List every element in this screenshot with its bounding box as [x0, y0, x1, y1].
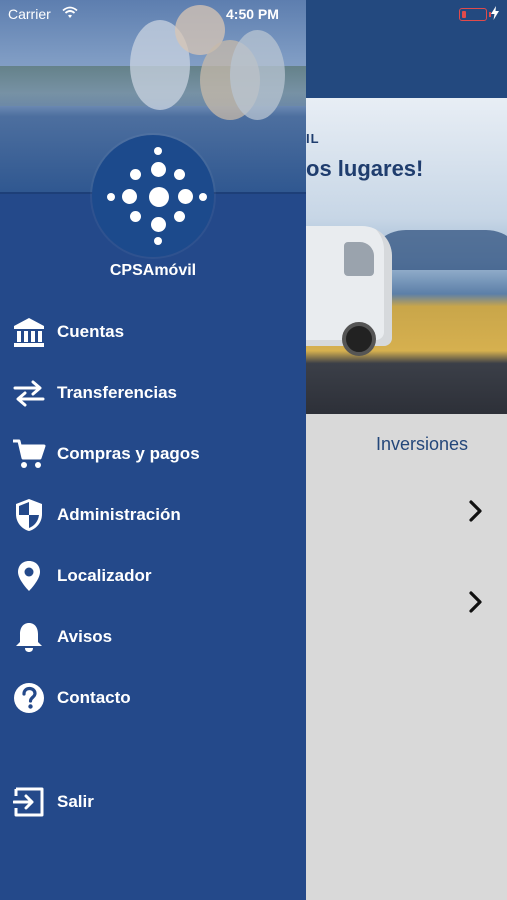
menu-item-label: Avisos: [57, 627, 113, 646]
cpsa-logo: [92, 135, 214, 257]
banner-kicker: IL: [306, 131, 320, 146]
logo-dot: [122, 189, 137, 204]
banner-van-image: [306, 226, 392, 356]
logout-icon: [12, 785, 46, 819]
status-bar: Carrier 4:50 PM: [0, 0, 507, 26]
charging-bolt-icon: [491, 6, 499, 25]
chevron-right-icon[interactable]: [466, 590, 486, 614]
logo-dot: [151, 162, 166, 177]
brand-name: CPSAmóvil: [109, 262, 197, 279]
menu-item-label: Cuentas: [57, 322, 125, 341]
menu-item-avisos[interactable]: Avisos: [0, 612, 306, 662]
menu-item-cuentas[interactable]: Cuentas: [0, 307, 306, 357]
battery-icon: [459, 8, 491, 21]
menu-item-administracion[interactable]: Administración: [0, 490, 306, 540]
swap-arrows-icon: [12, 376, 46, 410]
logo-dot: [130, 169, 141, 180]
hero-person: [230, 30, 285, 120]
logo-dot: [107, 193, 115, 201]
banner-title: os lugares!: [306, 156, 424, 181]
menu-item-localizador[interactable]: Localizador: [0, 551, 306, 601]
bell-icon: [12, 620, 46, 654]
logout-label: Salir: [57, 792, 94, 811]
van-wheel: [342, 322, 376, 356]
promo-banner[interactable]: IL os lugares!: [306, 98, 507, 414]
chevron-right-icon[interactable]: [466, 499, 486, 523]
logo-dot: [154, 237, 162, 245]
van-window: [344, 242, 374, 276]
logo-dot: [151, 217, 166, 232]
side-drawer: CPSAmóvil Cuentas Transferencias Compras…: [0, 0, 306, 900]
menu-item-compras-y-pagos[interactable]: Compras y pagos: [0, 429, 306, 479]
menu-item-label: Compras y pagos: [57, 444, 200, 463]
menu-item-label: Administración: [57, 505, 181, 524]
logo-dot: [174, 169, 185, 180]
location-pin-icon: [12, 559, 46, 593]
carrier-label: Carrier: [8, 6, 51, 22]
logo-dot: [174, 211, 185, 222]
logo-dot: [149, 187, 169, 207]
status-time: 4:50 PM: [226, 6, 279, 22]
logo-dot: [154, 147, 162, 155]
wifi-icon: [62, 6, 78, 24]
menu-item-label: Transferencias: [57, 383, 178, 402]
help-circle-icon: [12, 681, 46, 715]
menu-item-contacto[interactable]: Contacto: [0, 673, 306, 723]
shopping-cart-icon: [12, 437, 46, 471]
menu-item-transferencias[interactable]: Transferencias: [0, 368, 306, 418]
menu-item-label: Localizador: [57, 566, 152, 585]
inversiones-label[interactable]: Inversiones: [376, 434, 468, 455]
logout-button[interactable]: Salir: [0, 777, 306, 827]
shield-icon: [12, 498, 46, 532]
logo-dot: [178, 189, 193, 204]
battery-level: [462, 11, 466, 18]
bank-icon: [12, 315, 46, 349]
logo-dot: [130, 211, 141, 222]
logo-dot: [199, 193, 207, 201]
menu-item-label: Contacto: [57, 688, 131, 707]
